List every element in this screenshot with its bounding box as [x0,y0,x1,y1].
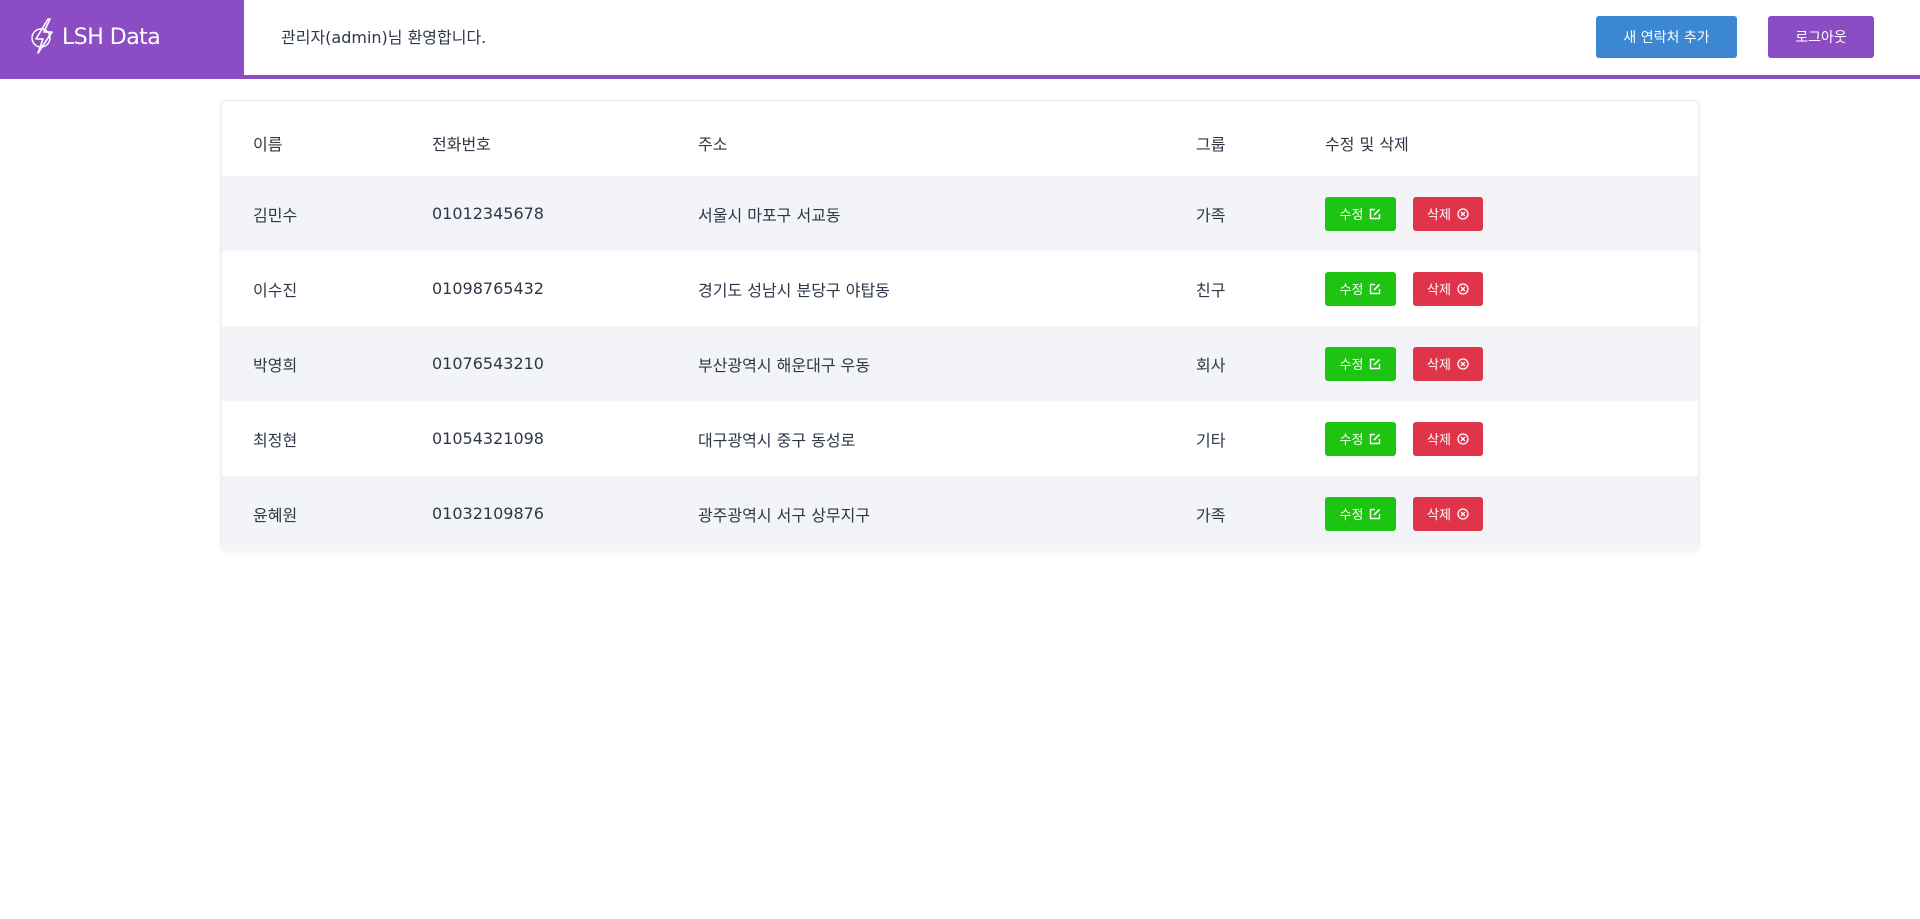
column-header-phone: 전화번호 [432,134,491,154]
column-header-name: 이름 [253,134,283,154]
edit-label: 수정 [1339,358,1364,373]
circle-x-icon [1457,507,1469,520]
cell-address: 광주광역시 서구 상무지구 [698,505,871,525]
cell-address: 서울시 마포구 서교동 [698,205,841,225]
cell-phone: 01098765432 [432,279,544,298]
cell-actions: 수정 삭제 [1325,251,1483,326]
delete-button[interactable]: 삭제 [1413,496,1483,531]
cell-address: 대구광역시 중구 동성로 [698,430,856,450]
delete-label: 삭제 [1427,208,1451,223]
cell-phone: 01012345678 [432,204,544,223]
edit-button[interactable]: 수정 [1325,271,1396,306]
table-row: 윤혜원 01032109876 광주광역시 서구 상무지구 가족 수정 삭제 [222,476,1698,551]
cell-phone: 01032109876 [432,504,544,523]
edit-label: 수정 [1339,508,1364,523]
lightning-logo-icon [28,17,62,59]
table-header-row: 이름 전화번호 주소 그룹 수정 및 삭제 [222,109,1698,176]
cell-name: 박영희 [253,355,298,375]
top-navbar: LSH Data 관리자(admin)님 환영합니다. 새 연락처 추가 로그아… [0,0,1920,79]
cell-group: 가족 [1196,505,1226,525]
cell-phone: 01076543210 [432,354,544,373]
cell-group: 회사 [1196,355,1226,375]
edit-square-icon [1369,208,1381,220]
edit-button[interactable]: 수정 [1325,346,1396,381]
delete-button[interactable]: 삭제 [1413,196,1483,231]
table-row: 박영희 01076543210 부산광역시 해운대구 우동 회사 수정 삭제 [222,326,1698,401]
add-contact-button[interactable]: 새 연락처 추가 [1596,16,1737,58]
edit-square-icon [1369,433,1381,445]
logo-text: LSH Data [62,25,161,50]
edit-label: 수정 [1339,208,1364,223]
column-header-actions: 수정 및 삭제 [1325,134,1409,154]
logout-button[interactable]: 로그아웃 [1768,16,1874,58]
edit-button[interactable]: 수정 [1325,421,1396,456]
table-row: 최정현 01054321098 대구광역시 중구 동성로 기타 수정 삭제 [222,401,1698,476]
delete-button[interactable]: 삭제 [1413,421,1483,456]
delete-label: 삭제 [1427,508,1451,523]
circle-x-icon [1457,207,1469,220]
circle-x-icon [1457,357,1469,370]
cell-actions: 수정 삭제 [1325,476,1483,551]
cell-name: 김민수 [253,205,298,225]
column-header-address: 주소 [698,134,728,154]
delete-label: 삭제 [1427,433,1451,448]
edit-label: 수정 [1339,433,1364,448]
delete-label: 삭제 [1427,358,1451,373]
cell-name: 이수진 [253,280,298,300]
cell-group: 친구 [1196,280,1226,300]
cell-address: 부산광역시 해운대구 우동 [698,355,871,375]
cell-actions: 수정 삭제 [1325,401,1483,476]
cell-address: 경기도 성남시 분당구 야탑동 [698,280,890,300]
table-row: 이수진 01098765432 경기도 성남시 분당구 야탑동 친구 수정 삭제 [222,251,1698,326]
delete-label: 삭제 [1427,283,1451,298]
edit-square-icon [1369,283,1381,295]
delete-button[interactable]: 삭제 [1413,346,1483,381]
edit-button[interactable]: 수정 [1325,496,1396,531]
contacts-table: 이름 전화번호 주소 그룹 수정 및 삭제 김민수 01012345678 서울… [221,100,1699,551]
edit-square-icon [1369,508,1381,520]
cell-name: 최정현 [253,430,298,450]
cell-actions: 수정 삭제 [1325,326,1483,401]
edit-square-icon [1369,358,1381,370]
table-row: 김민수 01012345678 서울시 마포구 서교동 가족 수정 삭제 [222,176,1698,251]
welcome-message: 관리자(admin)님 환영합니다. [281,28,487,47]
cell-group: 가족 [1196,205,1226,225]
column-header-group: 그룹 [1196,134,1226,154]
delete-button[interactable]: 삭제 [1413,271,1483,306]
cell-phone: 01054321098 [432,429,544,448]
cell-group: 기타 [1196,430,1226,450]
edit-label: 수정 [1339,283,1364,298]
cell-actions: 수정 삭제 [1325,176,1483,251]
logo[interactable]: LSH Data [0,0,244,75]
circle-x-icon [1457,432,1469,445]
edit-button[interactable]: 수정 [1325,196,1396,231]
circle-x-icon [1457,282,1469,295]
cell-name: 윤혜원 [253,505,298,525]
